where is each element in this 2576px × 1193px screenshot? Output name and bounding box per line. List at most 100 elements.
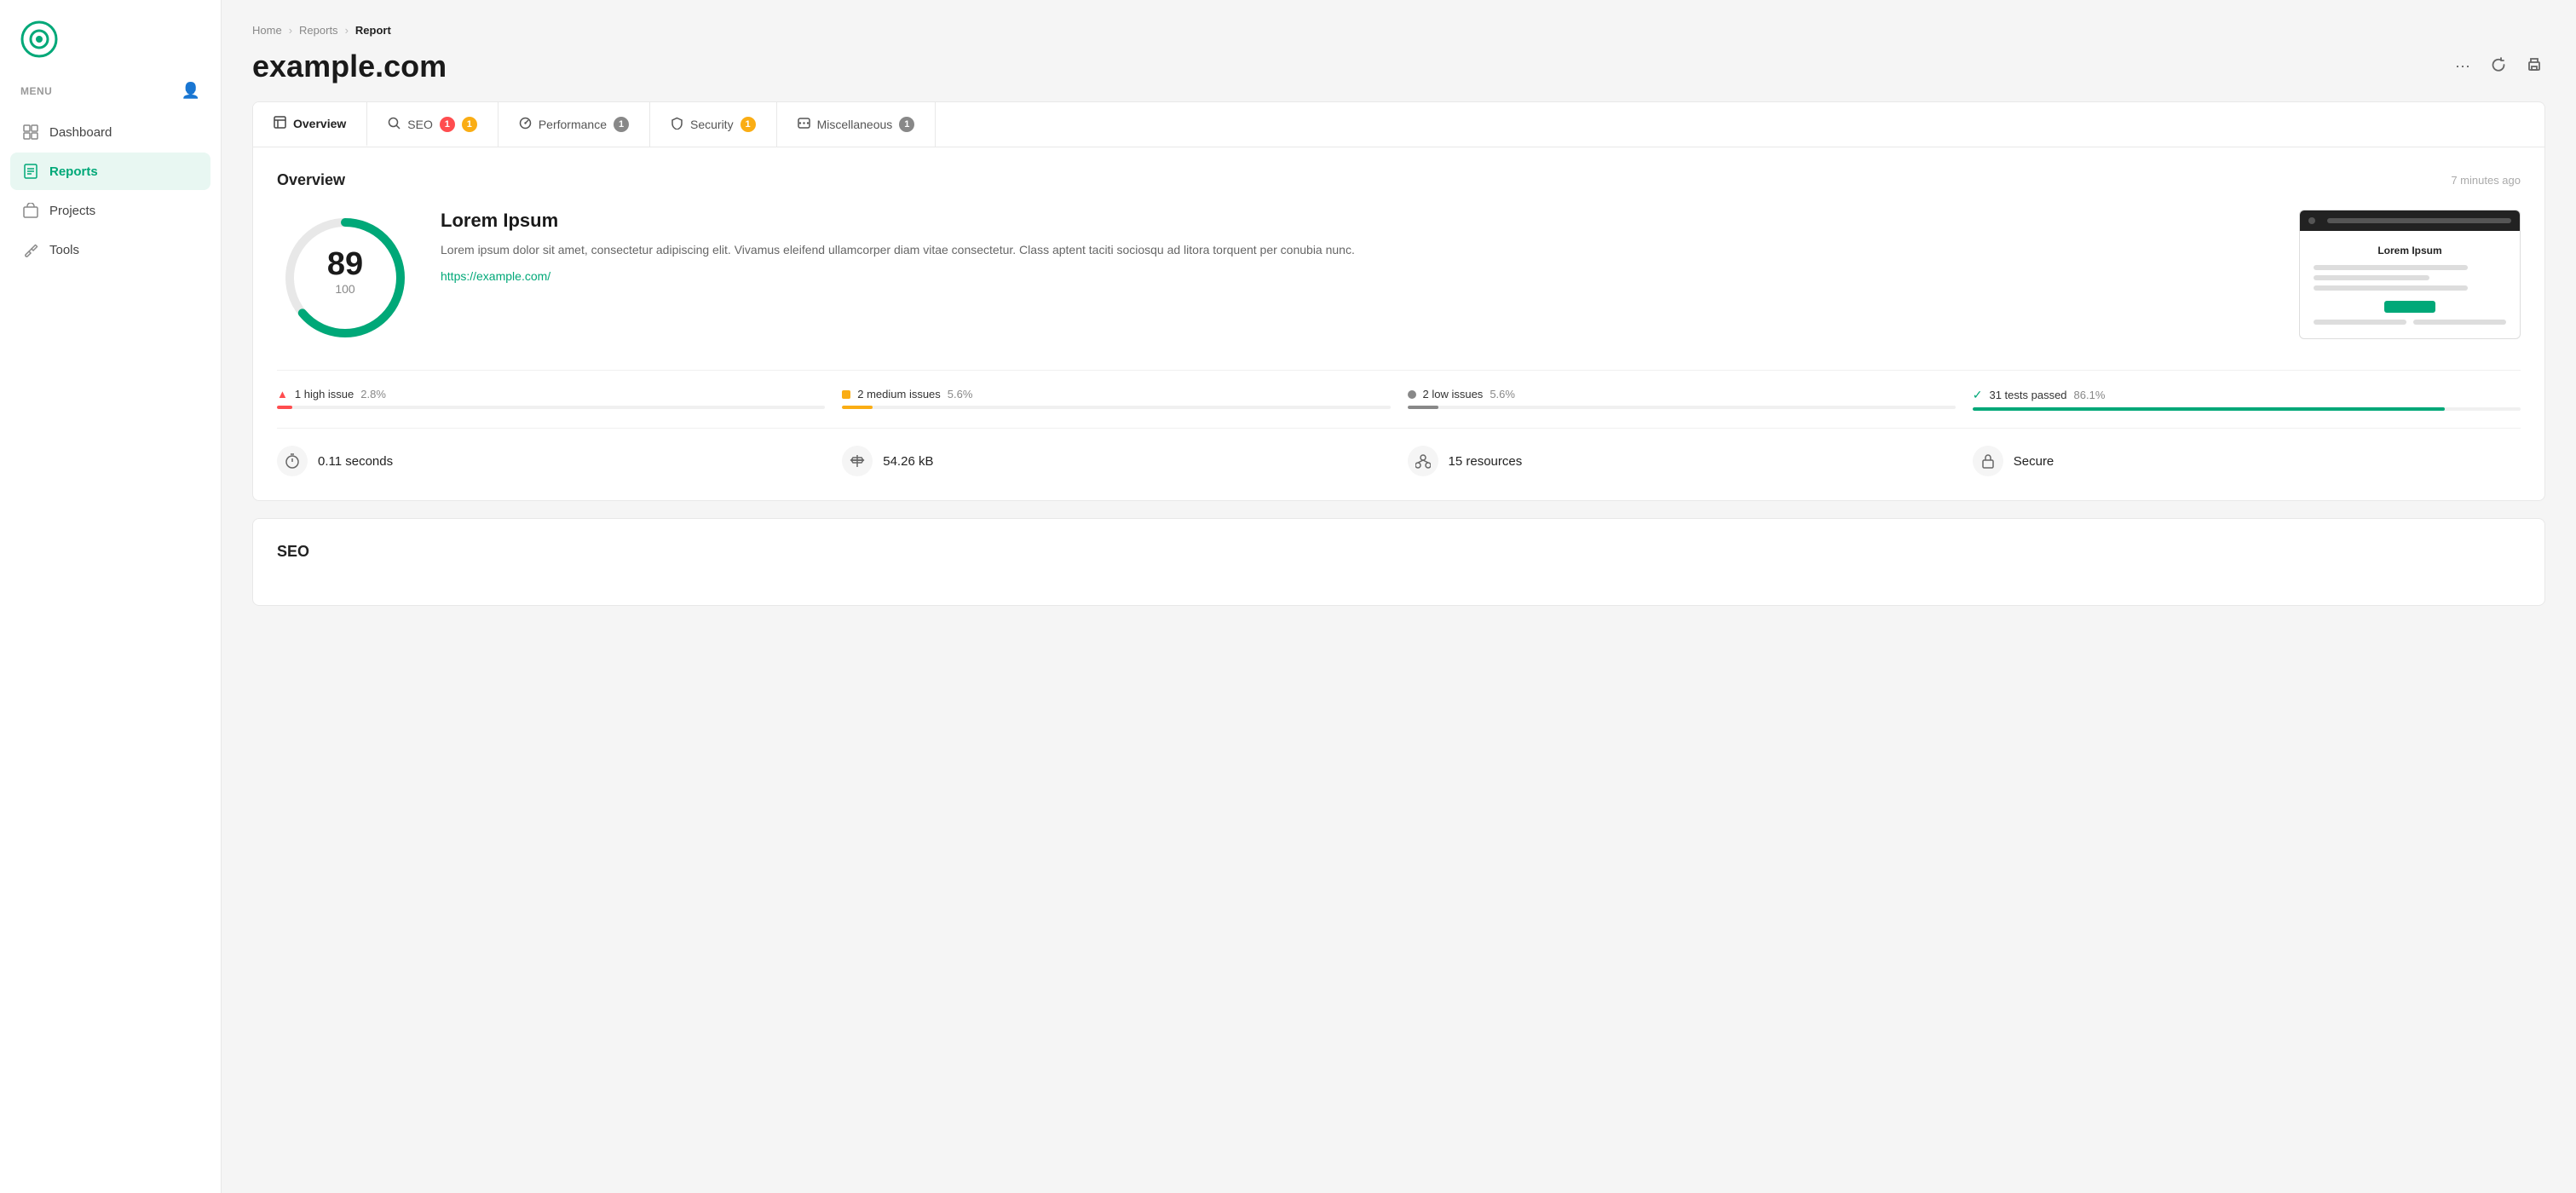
tab-seo-badge-red: 1	[440, 117, 455, 132]
overview-card: Overview 7 minutes ago 89 100 Lorem Ipsu…	[252, 147, 2545, 501]
score-circle-container: 89 100	[277, 210, 413, 346]
refresh-button[interactable]	[2487, 54, 2510, 80]
overview-url[interactable]: https://example.com/	[441, 269, 550, 283]
tab-performance-badge: 1	[614, 117, 629, 132]
preview-line-3	[2314, 285, 2468, 291]
lock-icon	[1973, 446, 2003, 476]
tab-seo-label: SEO	[407, 118, 433, 131]
stat-secure: Secure	[1973, 446, 2521, 476]
tab-seo-badge-yellow: 1	[462, 117, 477, 132]
tab-security-badge: 1	[741, 117, 756, 132]
passed-icon: ✓	[1973, 388, 1983, 402]
seo-section-header: SEO	[277, 543, 2521, 561]
issue-medium: 2 medium issues 5.6%	[842, 388, 1390, 411]
breadcrumb-home[interactable]: Home	[252, 24, 282, 37]
tab-security-label: Security	[690, 118, 734, 131]
page-title: example.com	[252, 49, 447, 84]
stat-size: 54.26 kB	[842, 446, 1390, 476]
sidebar-item-reports[interactable]: Reports	[10, 153, 210, 190]
seo-card: SEO	[252, 518, 2545, 606]
breadcrumb-reports[interactable]: Reports	[299, 24, 338, 37]
stat-secure-value: Secure	[2014, 454, 2054, 469]
sidebar: MENU 👤 Dashboard	[0, 0, 222, 1193]
high-issue-icon: ▲	[277, 388, 288, 401]
menu-label-area: MENU 👤	[0, 75, 221, 113]
issue-low: 2 low issues 5.6%	[1408, 388, 1956, 411]
dashboard-label: Dashboard	[49, 125, 112, 140]
tab-performance-icon	[519, 117, 532, 132]
issues-row: ▲ 1 high issue 2.8% 2 medium issues 5.6%	[277, 370, 2521, 411]
issue-passed-text: 31 tests passed	[1989, 389, 2066, 401]
tools-label: Tools	[49, 243, 79, 257]
issue-high-fill	[277, 406, 292, 409]
breadcrumb-sep-2: ›	[345, 24, 349, 37]
tab-seo[interactable]: SEO 1 1	[367, 102, 498, 147]
overview-section-header: Overview 7 minutes ago	[277, 171, 2521, 189]
tab-seo-icon	[388, 117, 401, 132]
menu-label: MENU	[20, 85, 52, 97]
issue-medium-fill	[842, 406, 873, 409]
preview-url-bar	[2327, 218, 2511, 223]
header-actions: ⋯	[2452, 54, 2545, 80]
breadcrumb-sep-1: ›	[289, 24, 292, 37]
tab-performance-label: Performance	[539, 118, 607, 131]
tab-misc-label: Miscellaneous	[817, 118, 893, 131]
tab-overview[interactable]: Overview	[253, 102, 367, 147]
tab-overview-label: Overview	[293, 117, 346, 130]
preview-body: Lorem Ipsum	[2300, 231, 2520, 338]
reports-icon	[22, 163, 39, 180]
issue-high-pct: 2.8%	[360, 388, 386, 401]
issue-passed-label: ✓ 31 tests passed 86.1%	[1973, 388, 2521, 402]
medium-issue-icon	[842, 390, 850, 399]
timer-icon	[277, 446, 308, 476]
preview-dot-1	[2308, 217, 2315, 224]
issue-low-label: 2 low issues 5.6%	[1408, 388, 1956, 401]
issue-medium-pct: 5.6%	[948, 388, 973, 401]
tab-misc-icon	[798, 117, 810, 132]
sidebar-item-dashboard[interactable]: Dashboard	[10, 113, 210, 151]
print-button[interactable]	[2523, 54, 2545, 80]
account-icon[interactable]: 👤	[182, 82, 200, 100]
issue-low-track	[1408, 406, 1956, 409]
preview-site-title: Lorem Ipsum	[2314, 245, 2506, 256]
issue-passed-fill	[1973, 407, 2445, 411]
low-issue-icon	[1408, 390, 1416, 399]
stat-size-value: 54.26 kB	[883, 454, 933, 469]
issue-passed: ✓ 31 tests passed 86.1%	[1973, 388, 2521, 411]
scale-icon	[842, 446, 873, 476]
preview-header-bar	[2300, 210, 2520, 231]
preview-footer	[2314, 320, 2506, 325]
stat-resources: 15 resources	[1408, 446, 1956, 476]
sidebar-item-projects[interactable]: Projects	[10, 192, 210, 229]
score-circle: 89 100	[277, 210, 413, 346]
issue-medium-text: 2 medium issues	[857, 388, 941, 401]
overview-section-title: Overview	[277, 171, 345, 189]
tab-security-icon	[671, 117, 683, 132]
more-options-button[interactable]: ⋯	[2452, 55, 2474, 79]
tab-performance[interactable]: Performance 1	[498, 102, 650, 147]
preview-line-2	[2314, 275, 2429, 280]
issue-high-text: 1 high issue	[295, 388, 354, 401]
projects-label: Projects	[49, 204, 95, 218]
stat-time-value: 0.11 seconds	[318, 454, 393, 469]
overview-site-title: Lorem Ipsum	[441, 210, 2272, 232]
issue-medium-label: 2 medium issues 5.6%	[842, 388, 1390, 401]
overview-text: Lorem ipsum dolor sit amet, consectetur …	[441, 240, 2272, 259]
issue-passed-track	[1973, 407, 2521, 411]
page-header: example.com ⋯	[252, 49, 2545, 84]
issue-high: ▲ 1 high issue 2.8%	[277, 388, 825, 411]
svg-text:100: 100	[335, 282, 355, 296]
reports-label: Reports	[49, 164, 98, 179]
issue-high-label: ▲ 1 high issue 2.8%	[277, 388, 825, 401]
issue-low-text: 2 low issues	[1423, 388, 1484, 401]
sidebar-item-tools[interactable]: Tools	[10, 231, 210, 268]
issue-medium-track	[842, 406, 1390, 409]
overview-description: Lorem Ipsum Lorem ipsum dolor sit amet, …	[441, 210, 2272, 285]
stat-resources-value: 15 resources	[1449, 454, 1523, 469]
seo-section-title: SEO	[277, 543, 309, 561]
dashboard-icon	[22, 124, 39, 141]
svg-text:89: 89	[327, 246, 363, 282]
tab-miscellaneous[interactable]: Miscellaneous 1	[777, 102, 936, 147]
breadcrumb-current: Report	[355, 24, 391, 37]
tab-security[interactable]: Security 1	[650, 102, 777, 147]
